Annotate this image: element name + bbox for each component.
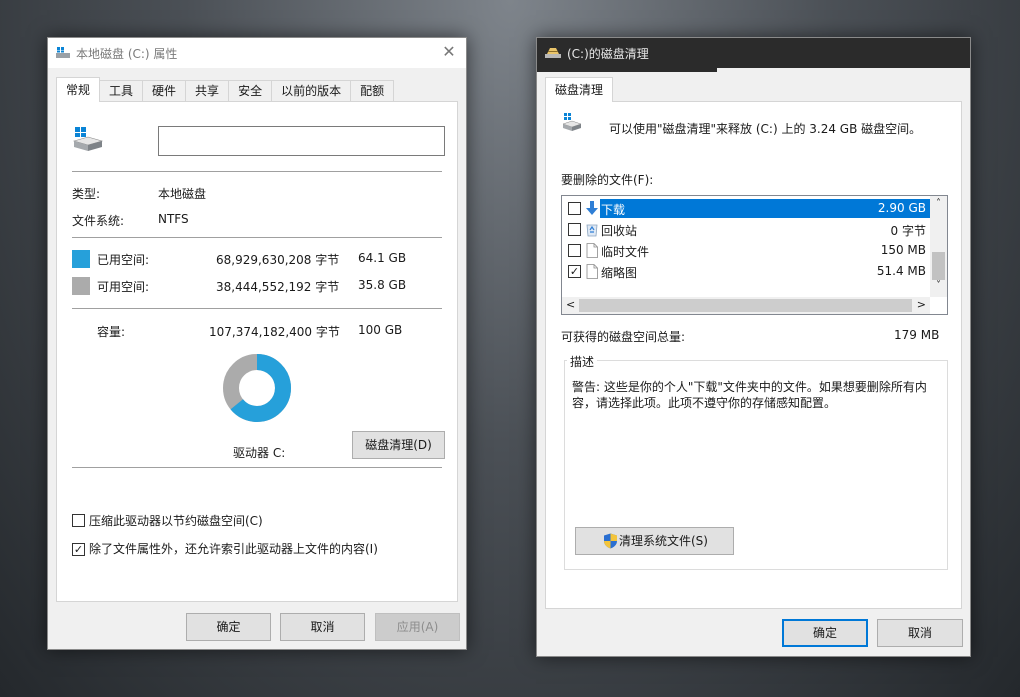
drive-letter-label: 驱动器 C: bbox=[233, 446, 286, 460]
file-icon bbox=[586, 243, 598, 258]
list-item[interactable]: ✓ 缩略图 51.4 MB bbox=[562, 261, 932, 282]
used-space-bytes: 68,929,630,208 字节 bbox=[216, 253, 340, 267]
description-title: 描述 bbox=[567, 353, 598, 370]
description-text: 警告: 这些是你的个人"下载"文件夹中的文件。如果想要删除所有内容，请选择此项。… bbox=[572, 380, 927, 410]
close-button[interactable]: ✕ bbox=[440, 43, 458, 61]
cleanup-tab-strip: 磁盘清理 bbox=[545, 77, 614, 102]
type-value: 本地磁盘 bbox=[158, 187, 207, 201]
capacity-gb: 100 GB bbox=[358, 323, 403, 337]
cleanup-intro-text: 可以使用"磁盘清理"来释放 (C:) 上的 3.24 GB 磁盘空间。 bbox=[609, 122, 922, 136]
tab-strip: 常规 工具 硬件 共享 安全 以前的版本 配额 bbox=[56, 77, 395, 102]
horizontal-scrollbar[interactable]: < > bbox=[562, 297, 930, 314]
list-item-name: 缩略图 bbox=[601, 266, 638, 280]
filesystem-value: NTFS bbox=[158, 212, 189, 226]
list-item-name: 临时文件 bbox=[601, 245, 650, 259]
list-item-size: 2.90 GB bbox=[877, 201, 926, 215]
apply-button[interactable]: 应用(A) bbox=[375, 613, 460, 641]
list-item-checkbox[interactable] bbox=[568, 202, 581, 215]
tab-disk-cleanup[interactable]: 磁盘清理 bbox=[545, 77, 614, 102]
capacity-label: 容量: bbox=[97, 325, 126, 339]
type-label: 类型: bbox=[72, 187, 101, 201]
list-item-checkbox[interactable] bbox=[568, 244, 581, 257]
list-item-name: 回收站 bbox=[601, 224, 638, 238]
tab-general[interactable]: 常规 bbox=[56, 77, 101, 102]
scroll-down-arrow[interactable]: ˅ bbox=[933, 280, 944, 291]
cleanup-system-files-button[interactable]: 清理系统文件(S) bbox=[575, 527, 734, 555]
disk-cleanup-window: (C:)的磁盘清理 磁盘清理 可以使用"磁盘清理"来释放 (C:) 上的 3.2… bbox=[536, 37, 971, 657]
list-item-checkbox[interactable] bbox=[568, 223, 581, 236]
list-item-checkbox[interactable]: ✓ bbox=[568, 265, 581, 278]
recycle-bin-icon bbox=[586, 224, 598, 237]
separator bbox=[72, 171, 442, 172]
separator bbox=[72, 467, 442, 468]
titlebar-accent bbox=[537, 68, 717, 72]
usage-donut-chart bbox=[223, 354, 291, 422]
list-item-size: 150 MB bbox=[880, 243, 926, 257]
free-space-label: 可用空间: bbox=[97, 280, 150, 294]
separator bbox=[72, 308, 442, 309]
tab-previous-versions[interactable]: 以前的版本 bbox=[271, 80, 352, 102]
drive-icon bbox=[56, 47, 70, 58]
tab-tools[interactable]: 工具 bbox=[99, 80, 144, 102]
cancel-button[interactable]: 取消 bbox=[280, 613, 365, 641]
cleanup-titlebar[interactable]: (C:)的磁盘清理 bbox=[537, 38, 970, 68]
list-item[interactable]: 回收站 0 字节 bbox=[562, 219, 932, 240]
files-to-delete-label: 要删除的文件(F): bbox=[561, 173, 654, 187]
used-space-gb: 64.1 GB bbox=[358, 251, 407, 265]
total-space-value: 179 MB bbox=[894, 328, 940, 342]
list-item[interactable]: 临时文件 150 MB bbox=[562, 240, 932, 261]
cleanup-cancel-button[interactable]: 取消 bbox=[877, 619, 963, 647]
drive-name-input[interactable] bbox=[158, 126, 445, 156]
vertical-scrollbar[interactable]: ˄ ˅ bbox=[930, 196, 947, 297]
list-item-size: 0 字节 bbox=[890, 224, 926, 238]
separator bbox=[72, 237, 442, 238]
scroll-right-arrow[interactable]: > bbox=[917, 298, 926, 311]
download-icon bbox=[586, 201, 598, 215]
free-space-gb: 35.8 GB bbox=[358, 278, 407, 292]
disk-cleanup-button[interactable]: 磁盘清理(D) bbox=[352, 431, 445, 459]
index-checkbox[interactable]: ✓ bbox=[72, 543, 85, 556]
cleanup-system-files-label: 清理系统文件(S) bbox=[619, 534, 708, 548]
filesystem-label: 文件系统: bbox=[72, 214, 125, 228]
properties-titlebar[interactable]: 本地磁盘 (C:) 属性 bbox=[48, 38, 466, 68]
total-space-label: 可获得的磁盘空间总量: bbox=[561, 330, 686, 344]
index-label[interactable]: 除了文件属性外，还允许索引此驱动器上文件的内容(I) bbox=[89, 540, 378, 557]
drive-large-icon bbox=[72, 127, 104, 151]
drive-icon bbox=[562, 113, 582, 131]
free-space-swatch bbox=[72, 277, 90, 295]
scroll-left-arrow[interactable]: < bbox=[566, 298, 575, 311]
tab-sharing[interactable]: 共享 bbox=[185, 80, 230, 102]
free-space-bytes: 38,444,552,192 字节 bbox=[216, 280, 340, 294]
list-item[interactable]: 下载 2.90 GB bbox=[562, 198, 932, 219]
scroll-thumb[interactable] bbox=[579, 299, 912, 312]
tab-hardware[interactable]: 硬件 bbox=[142, 80, 187, 102]
file-icon bbox=[586, 264, 598, 279]
ok-button[interactable]: 确定 bbox=[186, 613, 271, 641]
cleanup-window-title: (C:)的磁盘清理 bbox=[567, 46, 649, 61]
compress-label[interactable]: 压缩此驱动器以节约磁盘空间(C) bbox=[89, 512, 263, 529]
list-item-size: 51.4 MB bbox=[876, 264, 926, 278]
used-space-label: 已用空间: bbox=[97, 253, 150, 267]
scroll-up-arrow[interactable]: ˄ bbox=[933, 198, 944, 209]
compress-checkbox[interactable] bbox=[72, 514, 85, 527]
properties-window: 本地磁盘 (C:) 属性 ✕ 常规 工具 硬件 共享 安全 以前的版本 配额 类… bbox=[47, 37, 467, 650]
list-item-name: 下载 bbox=[601, 203, 626, 217]
scroll-thumb[interactable] bbox=[932, 252, 945, 280]
used-space-swatch bbox=[72, 250, 90, 268]
uac-shield-icon bbox=[604, 533, 617, 549]
files-list[interactable]: 下载 2.90 GB 回收站 0 字节 临时文件 150 MB ✓ 缩略图 51… bbox=[561, 195, 948, 315]
window-title: 本地磁盘 (C:) 属性 bbox=[76, 46, 178, 61]
tab-security[interactable]: 安全 bbox=[228, 80, 273, 102]
cleanup-ok-button[interactable]: 确定 bbox=[782, 619, 868, 647]
general-panel: 类型: 本地磁盘 文件系统: NTFS 已用空间: 68,929,630,208… bbox=[56, 101, 458, 602]
cleanup-app-icon bbox=[545, 48, 561, 58]
capacity-bytes: 107,374,182,400 字节 bbox=[209, 325, 340, 339]
cleanup-panel: 可以使用"磁盘清理"来释放 (C:) 上的 3.24 GB 磁盘空间。 要删除的… bbox=[545, 101, 962, 609]
tab-quota[interactable]: 配额 bbox=[350, 80, 395, 102]
